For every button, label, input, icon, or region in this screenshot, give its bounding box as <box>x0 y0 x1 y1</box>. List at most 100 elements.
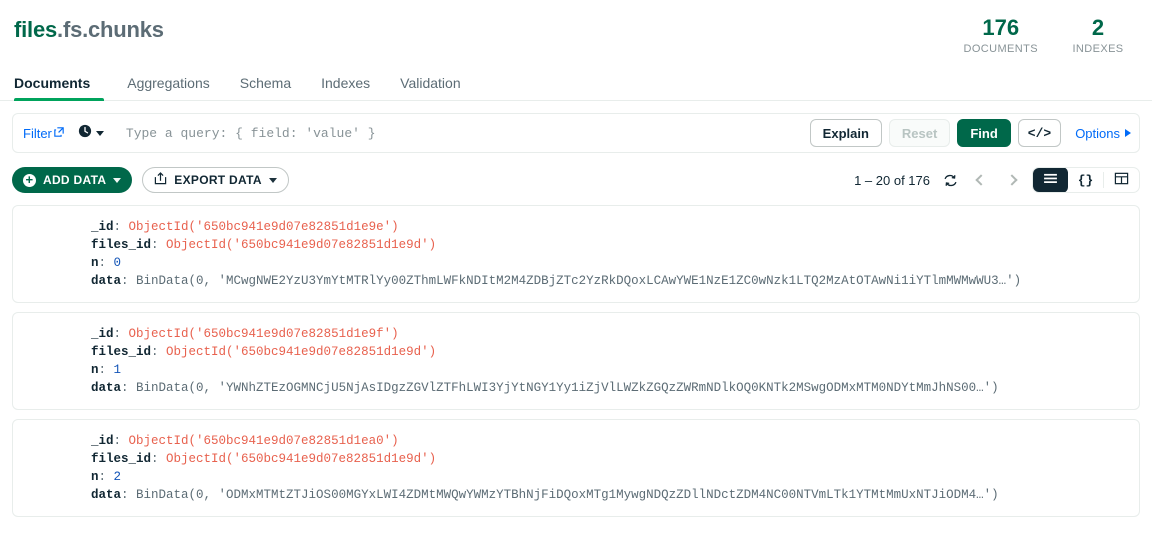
query-input[interactable] <box>125 125 803 141</box>
document-field: _id: ObjectId('650bc941e9d07e82851d1ea0'… <box>91 434 399 448</box>
table-view-button[interactable] <box>1104 168 1139 192</box>
document-field: n: 2 <box>91 470 122 484</box>
tab-indexes[interactable]: Indexes <box>306 75 385 100</box>
chevron-right-icon <box>1125 129 1131 137</box>
clock-icon <box>78 124 92 143</box>
chevron-right-icon <box>1006 174 1018 186</box>
export-data-label: EXPORT DATA <box>174 173 262 187</box>
chevron-down-icon <box>113 177 122 183</box>
document-field: data: BinData(0, 'MCwgNWE2YzU3YmYtMTRlYy… <box>91 274 1022 288</box>
field-key: files_id <box>91 345 152 359</box>
document-field: files_id: ObjectId('650bc941e9d07e82851d… <box>91 238 437 252</box>
document-field: data: BinData(0, 'YWNhZTEzOGMNCjU5NjAsID… <box>91 381 999 395</box>
field-key: _id <box>91 220 114 234</box>
chevron-down-icon <box>95 130 104 136</box>
collection-stats: 176 DOCUMENTS 2 INDEXES <box>963 15 1139 56</box>
collection-header: files.fs.chunks 176 DOCUMENTS 2 INDEXES <box>0 0 1152 56</box>
refresh-icon[interactable] <box>939 169 961 191</box>
field-key: _id <box>91 434 114 448</box>
field-key: data <box>91 488 122 502</box>
tab-schema[interactable]: Schema <box>225 75 306 100</box>
filter-link[interactable]: Filter <box>23 126 64 141</box>
pagination-range: 1 – 20 of 176 <box>854 172 930 188</box>
documents-list: _id: ObjectId('650bc941e9d07e82851d1e9e'… <box>12 205 1140 517</box>
stat-documents: 176 DOCUMENTS <box>963 15 1039 56</box>
field-value: ObjectId('650bc941e9d07e82851d1e9f') <box>128 327 399 341</box>
tab-validation[interactable]: Validation <box>385 75 475 100</box>
query-bar: Filter Explain Reset Find </> <box>12 113 1140 153</box>
field-key: n <box>91 470 99 484</box>
documents-label: DOCUMENTS <box>963 43 1038 55</box>
list-view-icon <box>1043 173 1058 188</box>
next-page-button[interactable] <box>1001 169 1023 191</box>
field-key: files_id <box>91 238 152 252</box>
field-value: 1 <box>113 363 122 377</box>
export-icon <box>154 172 167 188</box>
toolbar-left-group: + ADD DATA EXPORT DATA <box>12 167 289 193</box>
tab-schema-label: Schema <box>239 75 292 91</box>
document-field: files_id: ObjectId('650bc941e9d07e82851d… <box>91 452 437 466</box>
field-value: ObjectId('650bc941e9d07e82851d1e9d') <box>166 238 437 252</box>
prev-page-button[interactable] <box>970 169 992 191</box>
reset-button[interactable]: Reset <box>888 119 951 147</box>
document-card[interactable]: _id: ObjectId('650bc941e9d07e82851d1e9f'… <box>12 312 1140 410</box>
chevron-left-icon <box>975 174 987 186</box>
field-value: BinData(0, 'ODMxMTMtZTJiOS00MGYxLWI4ZDMt… <box>136 488 999 502</box>
stat-indexes: 2 INDEXES <box>1068 15 1128 56</box>
explain-button[interactable]: Explain <box>809 119 882 147</box>
field-key: data <box>91 381 122 395</box>
tab-documents[interactable]: Documents <box>14 75 112 101</box>
field-value: BinData(0, 'MCwgNWE2YzU3YmYtMTRlYy00ZThm… <box>136 274 1022 288</box>
field-value: ObjectId('650bc941e9d07e82851d1ea0') <box>128 434 399 448</box>
options-label: Options <box>1075 125 1120 141</box>
table-view-icon <box>1114 171 1129 190</box>
document-field: files_id: ObjectId('650bc941e9d07e82851d… <box>91 345 437 359</box>
namespace-collection: .fs.chunks <box>57 17 164 42</box>
collection-tabs: Documents Aggregations Schema Indexes Va… <box>0 69 1152 101</box>
indexes-label: INDEXES <box>1072 43 1124 55</box>
tab-validation-label: Validation <box>400 75 461 91</box>
documents-count: 176 <box>982 15 1020 40</box>
json-view-button[interactable]: {} <box>1068 168 1103 192</box>
options-toggle[interactable]: Options <box>1075 126 1131 141</box>
export-data-button[interactable]: EXPORT DATA <box>142 167 289 193</box>
plus-icon: + <box>23 173 36 187</box>
field-value: 0 <box>113 256 122 270</box>
document-card[interactable]: _id: ObjectId('650bc941e9d07e82851d1e9e'… <box>12 205 1140 303</box>
code-view-button[interactable]: </> <box>1017 119 1062 147</box>
list-view-button[interactable] <box>1033 168 1068 192</box>
tab-indexes-label: Indexes <box>321 75 371 91</box>
namespace-database: files <box>14 17 58 42</box>
field-key: n <box>91 363 99 377</box>
document-field: _id: ObjectId('650bc941e9d07e82851d1e9e'… <box>91 220 399 234</box>
document-card[interactable]: _id: ObjectId('650bc941e9d07e82851d1ea0'… <box>12 419 1140 517</box>
documents-toolbar: + ADD DATA EXPORT DATA 1 – 20 of 176 {} <box>12 167 1140 193</box>
field-value: ObjectId('650bc941e9d07e82851d1e9d') <box>166 345 437 359</box>
indexes-count: 2 <box>1091 15 1105 40</box>
view-mode-group: {} <box>1032 167 1140 193</box>
field-value: BinData(0, 'YWNhZTEzOGMNCjU5NjAsIDgzZGVl… <box>136 381 999 395</box>
add-data-label: ADD DATA <box>43 173 107 187</box>
filter-label: Filter <box>23 125 52 141</box>
toolbar-right-group: 1 – 20 of 176 {} <box>854 167 1140 193</box>
field-key: files_id <box>91 452 152 466</box>
find-button[interactable]: Find <box>957 119 1011 147</box>
document-field: data: BinData(0, 'ODMxMTMtZTJiOS00MGYxLW… <box>91 488 999 502</box>
tab-aggregations-label: Aggregations <box>127 75 210 91</box>
compass-collection-view: files.fs.chunks 176 DOCUMENTS 2 INDEXES … <box>0 0 1152 545</box>
tab-aggregations[interactable]: Aggregations <box>112 75 225 100</box>
query-history-button[interactable] <box>78 124 104 143</box>
external-link-icon <box>54 125 64 137</box>
document-field: n: 1 <box>91 363 122 377</box>
field-value: 2 <box>113 470 122 484</box>
add-data-button[interactable]: + ADD DATA <box>12 167 133 193</box>
document-field: n: 0 <box>91 256 122 270</box>
field-value: ObjectId('650bc941e9d07e82851d1e9d') <box>166 452 437 466</box>
page-title: files.fs.chunks <box>14 16 164 44</box>
field-key: data <box>91 274 122 288</box>
document-field: _id: ObjectId('650bc941e9d07e82851d1e9f'… <box>91 327 399 341</box>
field-key: _id <box>91 327 114 341</box>
tab-documents-label: Documents <box>14 75 91 91</box>
field-key: n <box>91 256 99 270</box>
field-value: ObjectId('650bc941e9d07e82851d1e9e') <box>128 220 399 234</box>
